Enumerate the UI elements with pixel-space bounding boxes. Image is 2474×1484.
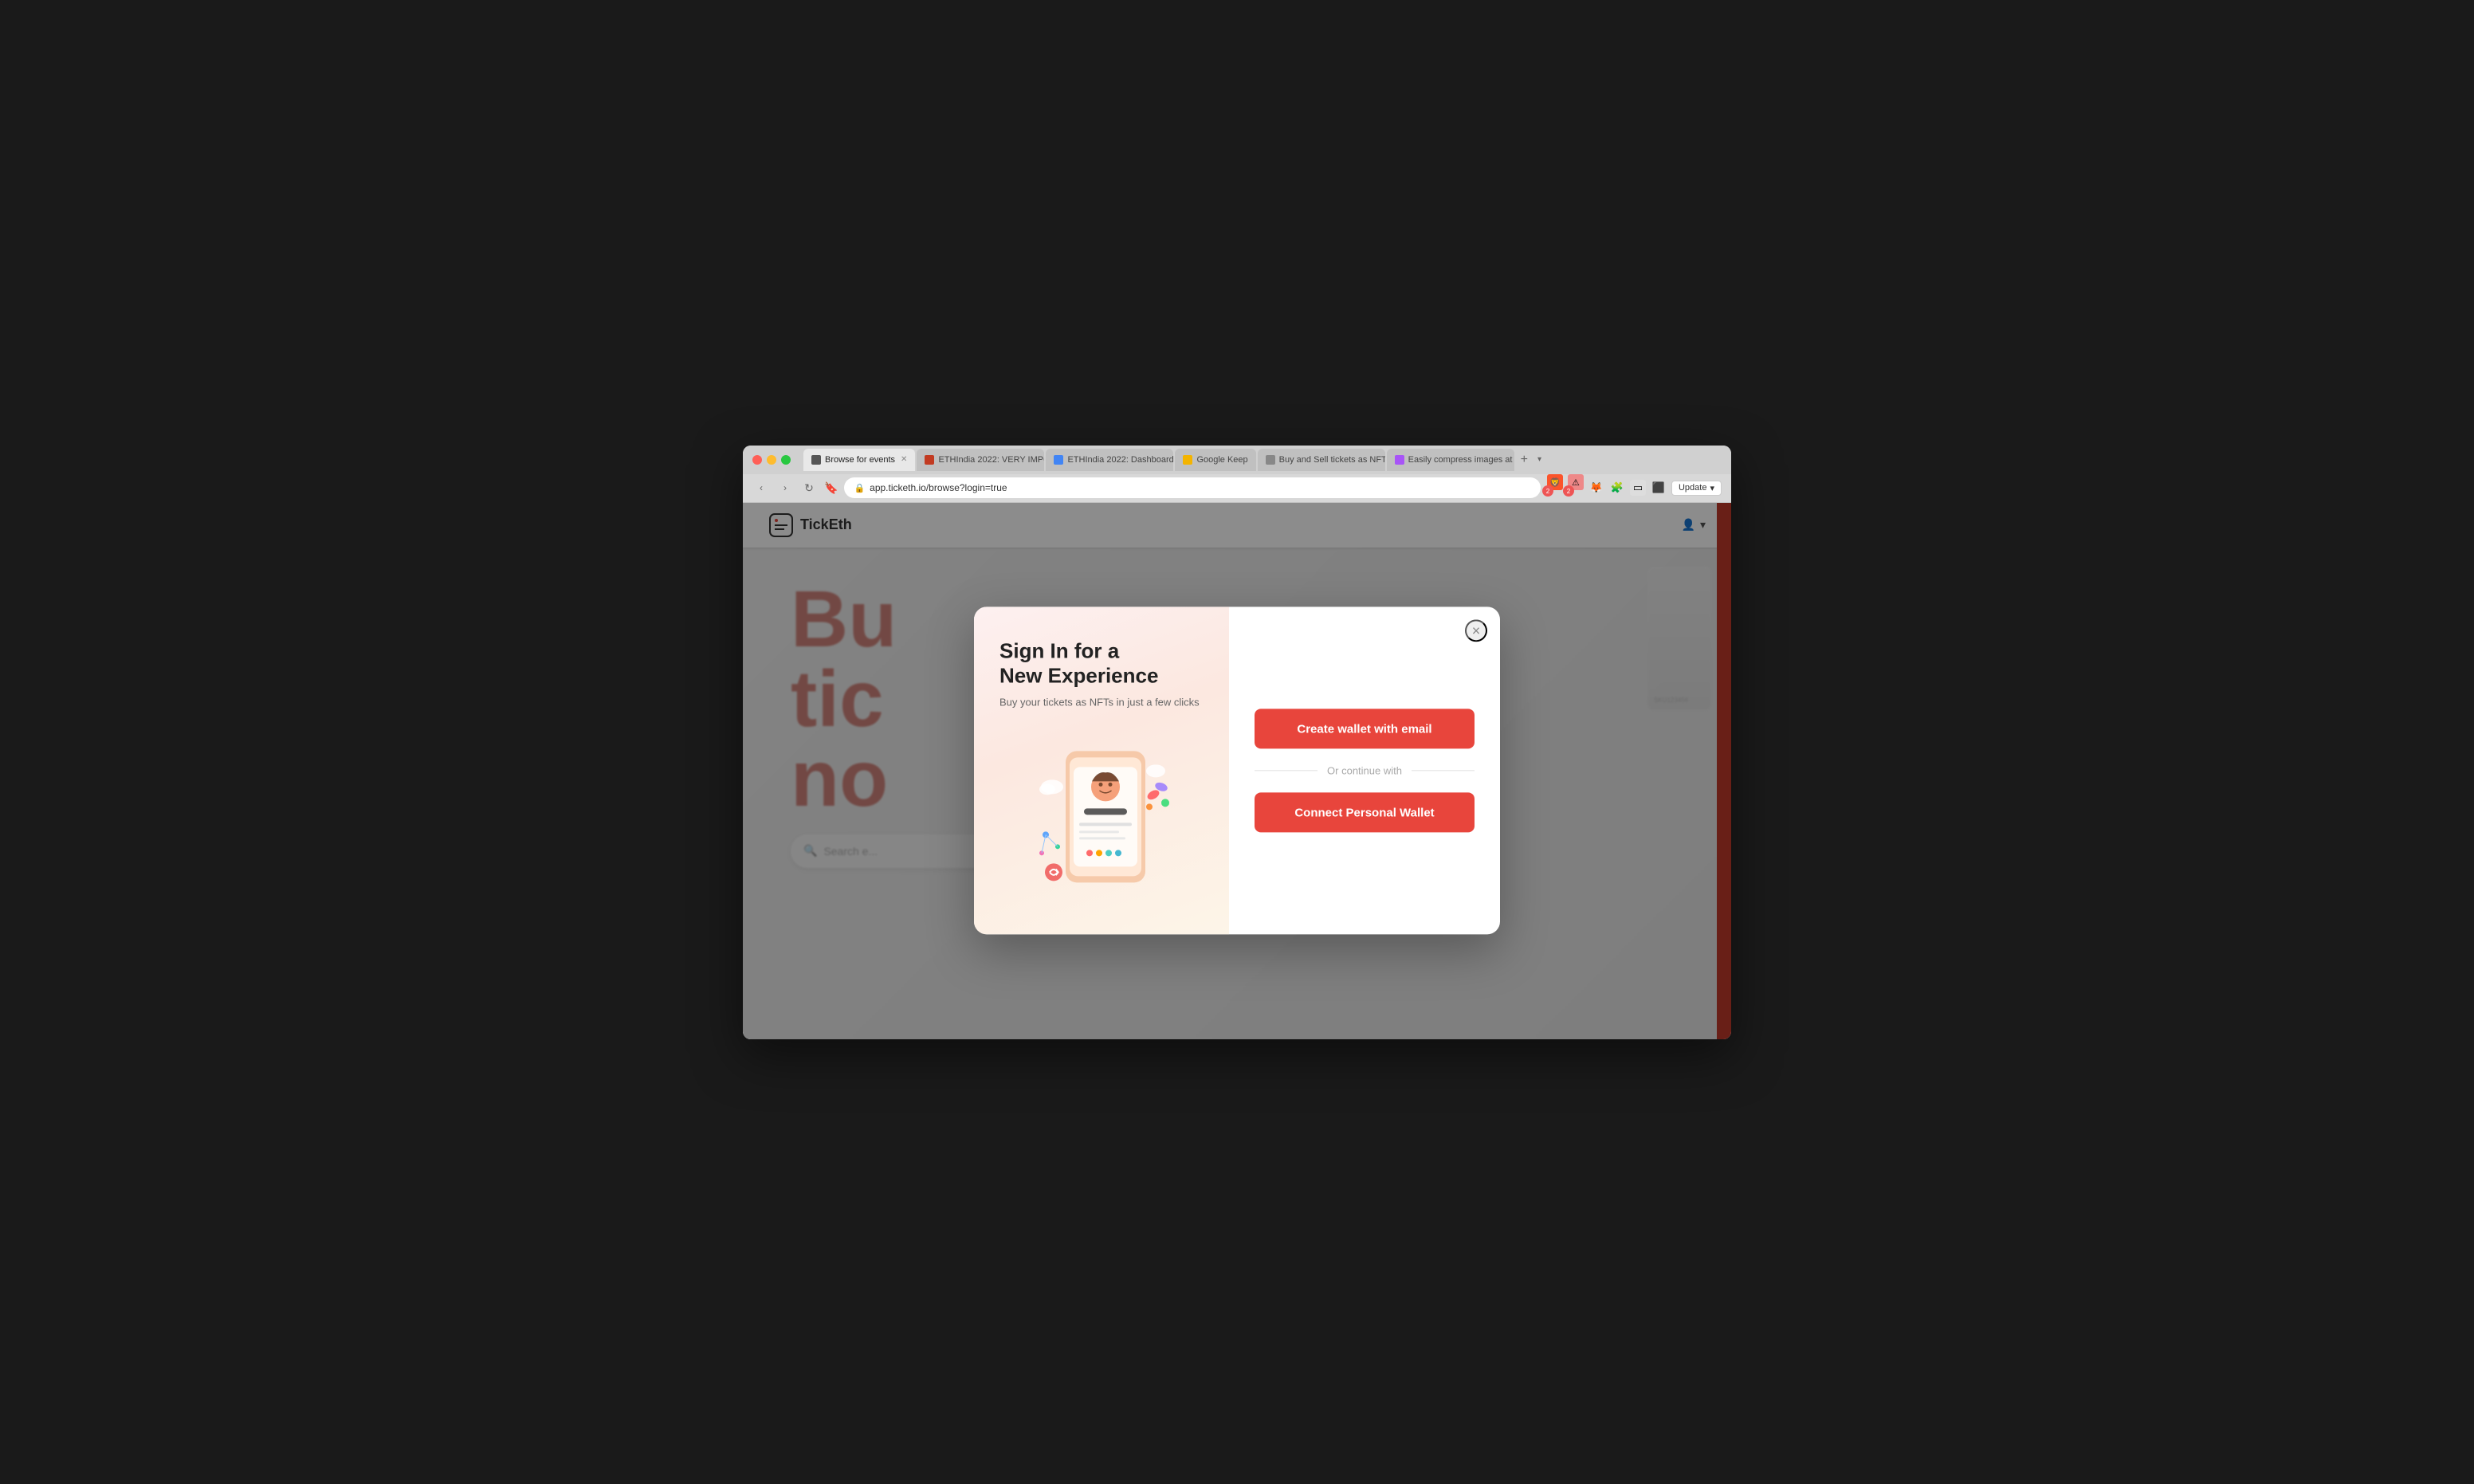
tabs-row: Browse for events ✕ ETHIndia 2022: VERY …: [803, 449, 1722, 471]
traffic-lights: [752, 455, 791, 465]
back-button[interactable]: ‹: [752, 479, 770, 497]
download-extension[interactable]: ⬛: [1651, 480, 1667, 496]
minimize-window-button[interactable]: [767, 455, 776, 465]
modal-subtitle: Buy your tickets as NFTs in just a few c…: [999, 697, 1204, 709]
tab-label-mail: ETHIndia 2022: VERY IMPOR: [938, 455, 1044, 465]
divider-text-label: Or continue with: [1327, 765, 1402, 777]
tab-close-browse[interactable]: ✕: [901, 455, 907, 464]
tab-ethindia-dashboard[interactable]: ETHIndia 2022: Dashboard |: [1046, 449, 1173, 471]
address-bar: ‹ › ↻ 🔖 🔒 app.ticketh.io/browse?login=tr…: [743, 474, 1731, 503]
forward-button[interactable]: ›: [776, 479, 794, 497]
update-label: Update: [1679, 483, 1706, 493]
tab-label-compress: Easily compress images at o: [1408, 455, 1514, 465]
metamask-badge: 2: [1563, 485, 1574, 497]
update-chevron-icon: ▾: [1710, 483, 1714, 493]
bookmark-icon[interactable]: 🔖: [824, 481, 838, 495]
tab-label-keep: Google Keep: [1196, 455, 1247, 465]
phone-illustration: [999, 728, 1204, 903]
tab-favicon-dashboard: [1054, 455, 1063, 465]
create-wallet-button[interactable]: Create wallet with email: [1255, 709, 1475, 749]
tab-buy-sell-nfts[interactable]: Buy and Sell tickets as NFTs: [1258, 449, 1385, 471]
tab-overflow-button[interactable]: ▾: [1534, 455, 1545, 464]
update-button[interactable]: Update ▾: [1671, 481, 1722, 496]
brave-badge: 2: [1542, 485, 1553, 497]
tab-label-nfts: Buy and Sell tickets as NFTs: [1279, 455, 1385, 465]
address-field[interactable]: 🔒 app.ticketh.io/browse?login=true: [844, 477, 1541, 498]
tab-favicon-browse: [811, 455, 821, 465]
phone-svg: [1030, 728, 1173, 903]
page-content: TickEth 👤 ▾ Bu tic no 🔍 Search e... SKU1…: [743, 503, 1731, 1039]
maximize-window-button[interactable]: [781, 455, 791, 465]
tab-favicon-keep: [1183, 455, 1192, 465]
tab-label-browse: Browse for events: [825, 455, 895, 465]
tab-browse-events[interactable]: Browse for events ✕: [803, 449, 915, 471]
tab-ethindia-mail[interactable]: ETHIndia 2022: VERY IMPOR: [917, 449, 1044, 471]
divider: Or continue with: [1255, 765, 1475, 777]
signin-modal: Sign In for aNew Experience Buy your tic…: [974, 607, 1500, 934]
tab-favicon-mail: [925, 455, 934, 465]
new-tab-button[interactable]: +: [1516, 453, 1533, 467]
metamask-extension[interactable]: ⚠ 2: [1568, 474, 1584, 501]
reload-button[interactable]: ↻: [800, 479, 818, 497]
connect-wallet-button[interactable]: Connect Personal Wallet: [1255, 793, 1475, 833]
browser-extensions: 🦁 2 ⚠ 2 🦊 🧩 ▭ ⬛ Update ▾: [1547, 474, 1722, 501]
connect-wallet-label: Connect Personal Wallet: [1294, 806, 1434, 819]
modal-title: Sign In for aNew Experience: [999, 638, 1204, 688]
modal-right-panel: × Create wallet with email Or continue w…: [1229, 607, 1500, 934]
lock-icon: 🔒: [854, 483, 865, 493]
puzzle-extension[interactable]: 🧩: [1609, 480, 1625, 496]
url-text: app.ticketh.io/browse?login=true: [870, 482, 1007, 493]
modal-left-panel: Sign In for aNew Experience Buy your tic…: [974, 607, 1229, 934]
tab-google-keep[interactable]: Google Keep: [1175, 449, 1255, 471]
close-window-button[interactable]: [752, 455, 762, 465]
tab-favicon-nfts: [1266, 455, 1275, 465]
title-bar: Browse for events ✕ ETHIndia 2022: VERY …: [743, 446, 1731, 474]
tab-compress-images[interactable]: Easily compress images at o: [1387, 449, 1514, 471]
fox-extension[interactable]: 🦊: [1588, 480, 1604, 496]
sidebar-toggle[interactable]: ▭: [1630, 480, 1646, 496]
tab-favicon-compress: [1395, 455, 1404, 465]
browser-window: Browse for events ✕ ETHIndia 2022: VERY …: [743, 446, 1731, 1039]
tab-label-dashboard: ETHIndia 2022: Dashboard |: [1067, 455, 1173, 465]
brave-extension[interactable]: 🦁 2: [1547, 474, 1563, 501]
modal-close-button[interactable]: ×: [1465, 619, 1487, 642]
create-wallet-label: Create wallet with email: [1297, 722, 1431, 736]
